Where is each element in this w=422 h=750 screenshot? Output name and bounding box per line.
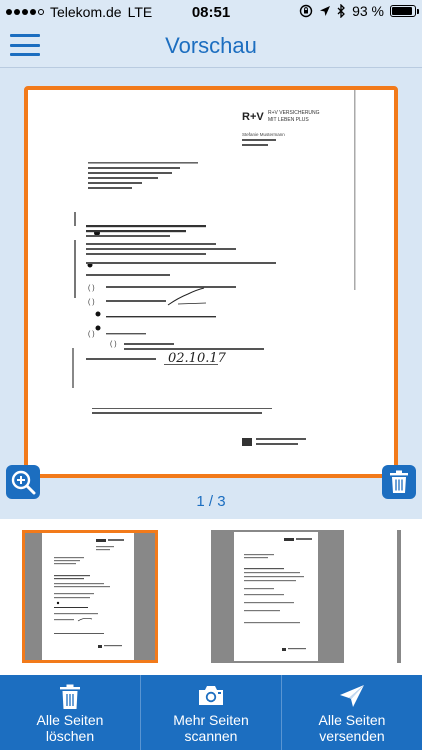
page-indicator: 1 / 3 bbox=[196, 493, 226, 510]
thumbnail-sheet bbox=[42, 533, 134, 660]
camera-icon bbox=[199, 686, 223, 705]
selected-page-frame[interactable]: R+V R+V VERSICHERUNG MIT LEBEN PLUS Stef… bbox=[24, 86, 398, 478]
menu-button[interactable] bbox=[10, 34, 40, 56]
nav-bar: Vorschau bbox=[0, 24, 422, 68]
send-icon bbox=[340, 685, 364, 707]
status-right: 93 % bbox=[299, 3, 419, 19]
send-all-label-1: Alle Seiten bbox=[318, 712, 386, 728]
document-handwritten-date: 02.10.17 bbox=[168, 351, 227, 366]
thumbnail-sheet bbox=[401, 530, 422, 663]
battery-percent: 93 % bbox=[352, 3, 384, 19]
send-all-label-2: versenden bbox=[319, 728, 385, 744]
delete-all-pages-button[interactable]: Alle Seiten löschen bbox=[0, 675, 140, 750]
scan-more-label-1: Mehr Seiten bbox=[173, 712, 249, 728]
document-brand: R+V bbox=[242, 111, 264, 123]
scan-more-pages-button[interactable]: Mehr Seiten scannen bbox=[140, 675, 281, 750]
scanned-document: R+V R+V VERSICHERUNG MIT LEBEN PLUS Stef… bbox=[72, 90, 356, 446]
thumbnail-page-3[interactable] bbox=[397, 530, 422, 663]
page-title: Vorschau bbox=[165, 33, 257, 58]
svg-text:( ): ( ) bbox=[88, 331, 95, 338]
page-preview: R+V R+V VERSICHERUNG MIT LEBEN PLUS Stef… bbox=[0, 69, 422, 519]
thumbnail-strip[interactable] bbox=[0, 519, 422, 675]
document-recipient: Stefanie Mustermann bbox=[242, 132, 285, 137]
trash-icon bbox=[60, 684, 80, 709]
battery-icon bbox=[390, 5, 419, 17]
thumbnail-content bbox=[54, 539, 124, 648]
send-all-pages-button[interactable]: Alle Seiten versenden bbox=[281, 675, 422, 750]
thumbnail-content bbox=[244, 538, 312, 651]
thumbnail-page-2[interactable] bbox=[211, 530, 344, 663]
document-brand-line1: R+V VERSICHERUNG bbox=[268, 110, 320, 116]
menu-icon bbox=[10, 34, 40, 37]
svg-text:( ): ( ) bbox=[110, 341, 117, 348]
thumbnail-page-1[interactable] bbox=[22, 530, 158, 663]
delete-all-label-1: Alle Seiten bbox=[36, 712, 104, 728]
bluetooth-icon bbox=[337, 4, 345, 18]
scan-more-label-2: scannen bbox=[184, 728, 238, 744]
orientation-lock-icon bbox=[299, 4, 313, 18]
bottom-toolbar: Alle Seiten löschen Mehr Seiten scannen … bbox=[0, 675, 422, 750]
location-icon bbox=[320, 6, 331, 16]
status-bar: Telekom.de LTE 08:51 93 % bbox=[0, 0, 422, 24]
svg-text:( ): ( ) bbox=[88, 299, 95, 306]
document-brand-line2: MIT LEBEN PLUS bbox=[268, 117, 309, 123]
zoom-in-icon bbox=[11, 470, 36, 495]
svg-text:( ): ( ) bbox=[88, 285, 95, 292]
delete-all-label-2: löschen bbox=[45, 728, 95, 744]
thumbnail-sheet bbox=[234, 532, 318, 661]
trash-icon bbox=[390, 470, 408, 493]
